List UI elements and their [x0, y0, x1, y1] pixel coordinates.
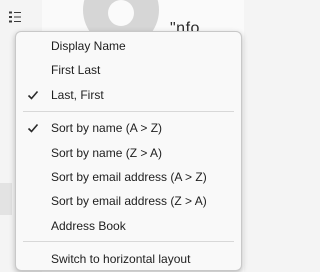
menu-item-last-first[interactable]: Last, First	[16, 84, 241, 106]
menu-item-display-name[interactable]: Display Name	[16, 35, 241, 57]
menu-item-label: Sort by name (Z > A)	[51, 146, 163, 160]
checkmark-icon	[27, 90, 39, 100]
menu-separator	[23, 111, 234, 112]
list-options-icon	[9, 11, 21, 23]
menu-item-label: Sort by name (A > Z)	[51, 121, 163, 135]
list-selection-indicator	[0, 183, 12, 215]
menu-item-switch-horizontal-layout[interactable]: Switch to horizontal layout	[16, 248, 241, 270]
menu-item-label: Sort by email address (A > Z)	[51, 170, 207, 184]
menu-item-address-book[interactable]: Address Book	[16, 215, 241, 237]
menu-item-label: Switch to horizontal layout	[51, 252, 191, 266]
menu-item-sort-name-desc[interactable]: Sort by name (Z > A)	[16, 142, 241, 164]
menu-item-sort-email-desc[interactable]: Sort by email address (Z > A)	[16, 190, 241, 212]
menu-item-label: Sort by email address (Z > A)	[51, 194, 207, 208]
menu-item-sort-email-asc[interactable]: Sort by email address (A > Z)	[16, 166, 241, 188]
menu-item-sort-name-asc[interactable]: Sort by name (A > Z)	[16, 117, 241, 139]
list-options-button[interactable]	[3, 5, 27, 29]
menu-separator	[23, 241, 234, 242]
menu-item-label: Last, First	[51, 88, 104, 102]
list-options-menu: Display Name First Last Last, First Sort by…	[15, 31, 242, 271]
menu-item-label: Address Book	[51, 219, 126, 233]
checkmark-icon	[27, 123, 39, 133]
menu-item-label: First Last	[51, 63, 101, 77]
menu-item-first-last[interactable]: First Last	[16, 59, 241, 81]
menu-item-label: Display Name	[51, 39, 126, 53]
